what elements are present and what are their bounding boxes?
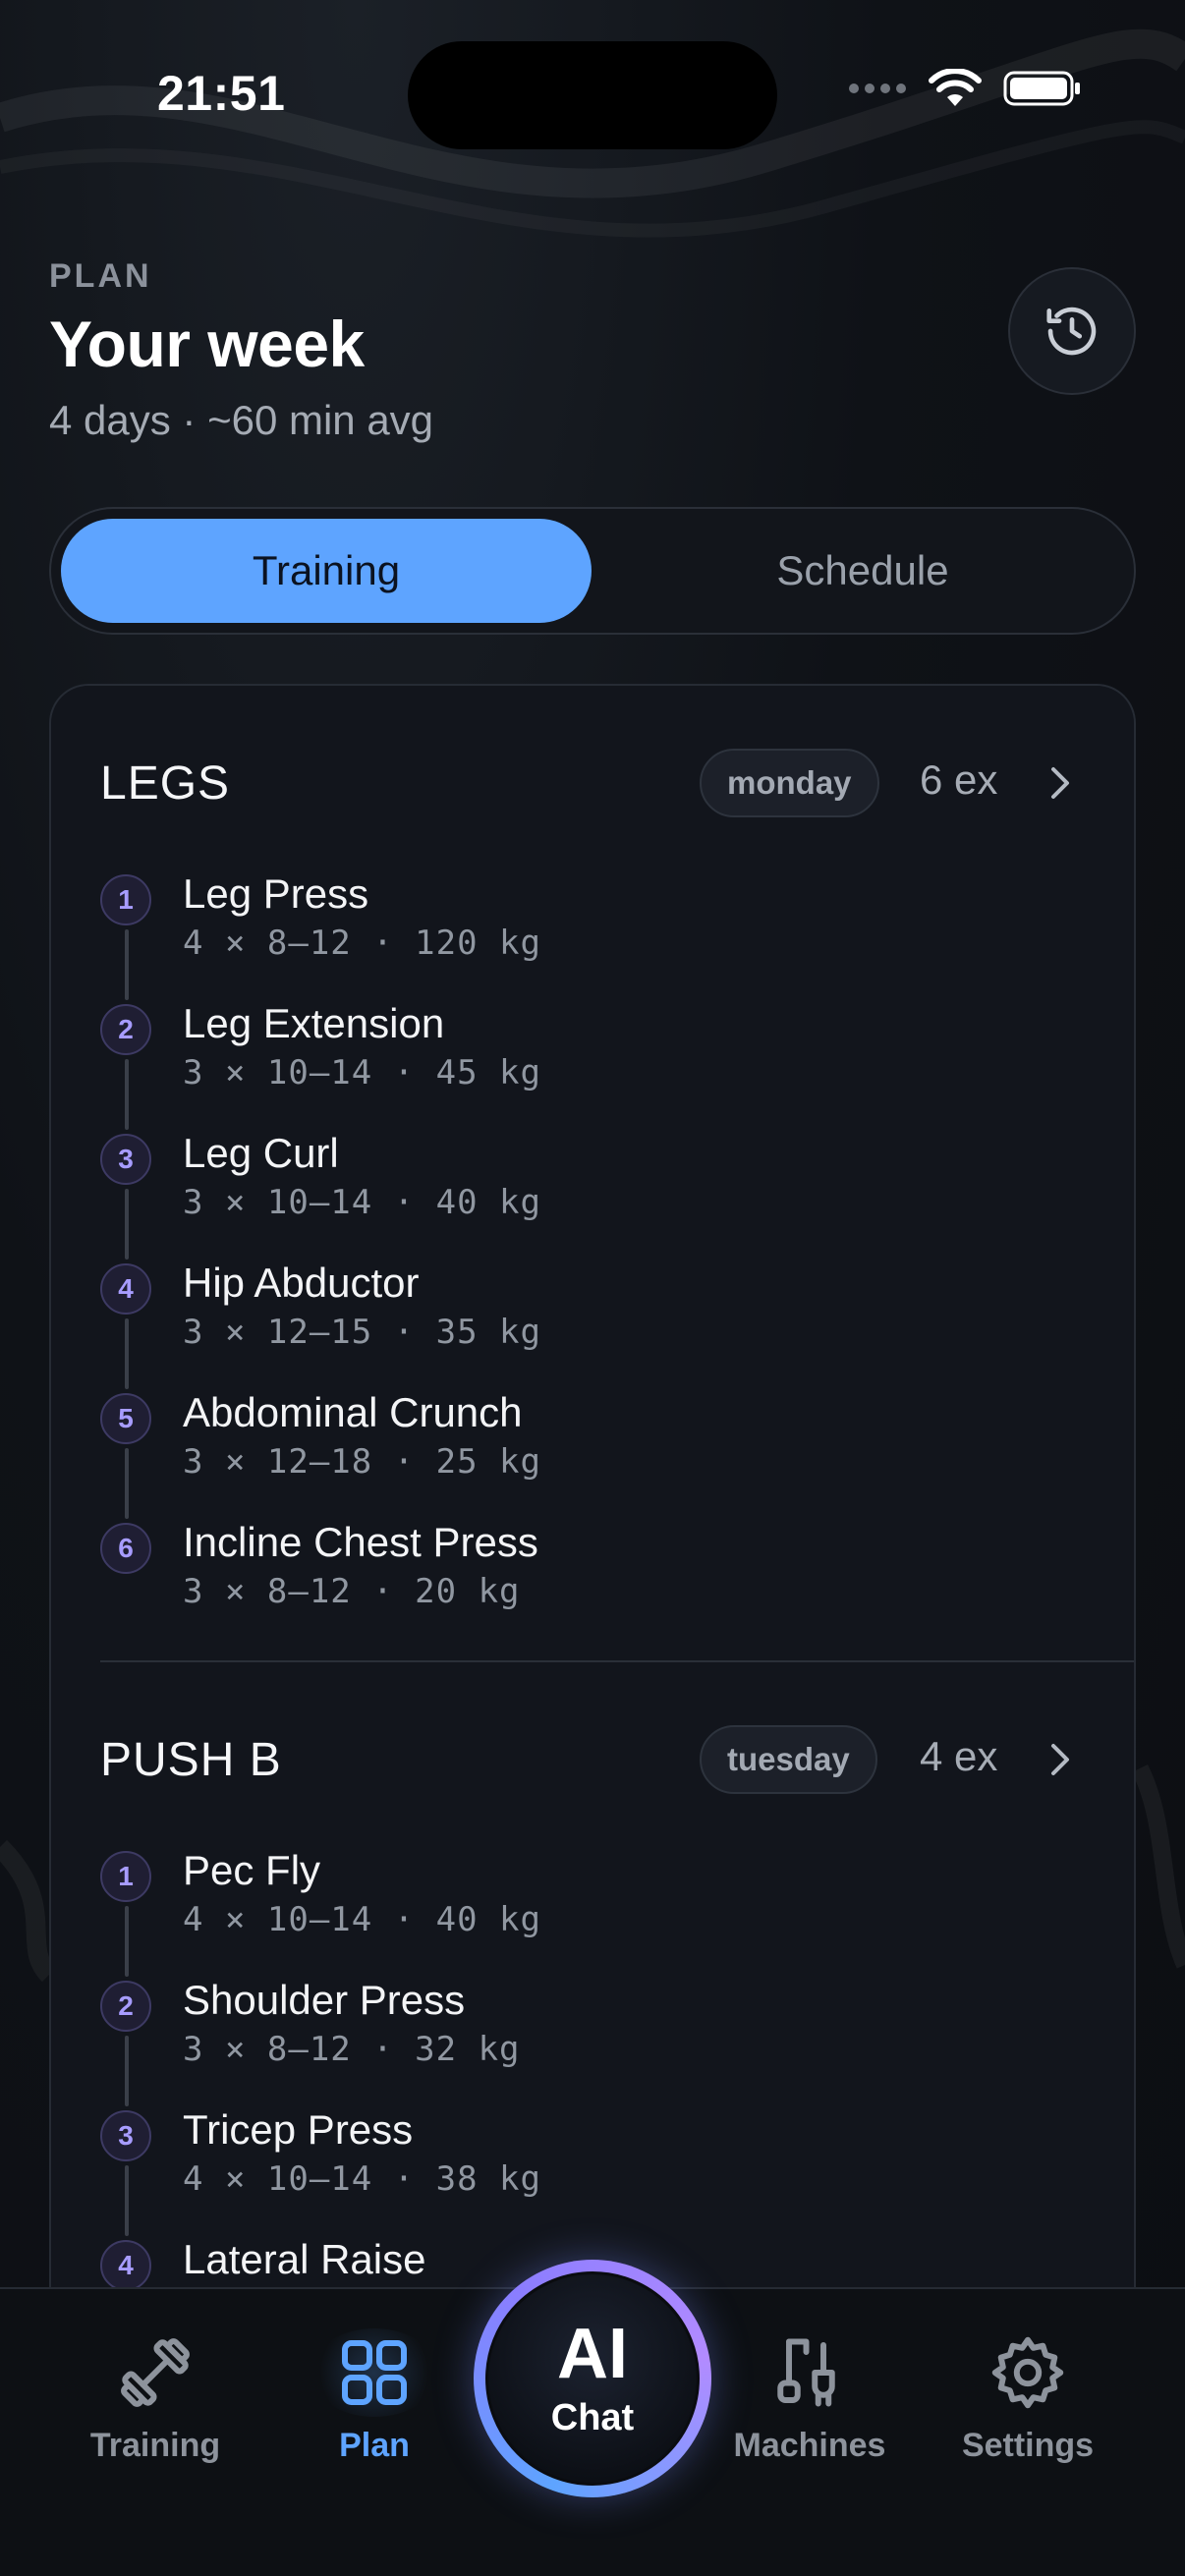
exercise-number: 4 xyxy=(100,1263,151,1315)
page-subtitle: 4 days · ~60 min avg xyxy=(49,397,434,443)
timeline-connector xyxy=(125,1318,129,1389)
history-clock-icon xyxy=(1046,307,1097,356)
tab-training-view[interactable]: Training xyxy=(61,519,592,623)
tab-label: Training xyxy=(89,2427,221,2464)
day-divider xyxy=(100,1660,1134,1662)
tab-label: Plan xyxy=(339,2427,410,2464)
weekday-badge: monday xyxy=(700,749,879,817)
tab-plan[interactable]: Plan xyxy=(276,2328,473,2476)
timeline-connector xyxy=(125,2036,129,2106)
day-title: LEGS xyxy=(100,757,231,810)
exercise-sets: 4 × 10–14 · 38 kg xyxy=(183,2159,541,2199)
ai-label: AI xyxy=(557,2314,628,2393)
exercise-name: Incline Chest Press xyxy=(183,1519,538,1565)
list-item[interactable]: 6 Incline Chest Press 3 × 8–12 · 20 kg xyxy=(100,1519,1083,1652)
list-item[interactable]: 4 Hip Abductor 3 × 12–15 · 35 kg xyxy=(100,1260,1083,1393)
exercise-sets: 3 × 8–12 · 32 kg xyxy=(183,2030,521,2069)
history-button[interactable] xyxy=(1008,267,1136,395)
exercise-name: Abdominal Crunch xyxy=(183,1389,523,1435)
exercise-sets: 3 × 12–18 · 25 kg xyxy=(183,1442,541,1482)
list-item[interactable]: 2 Leg Extension 3 × 10–14 · 45 kg xyxy=(100,1000,1083,1134)
exercise-name: Lateral Raise xyxy=(183,2236,426,2282)
tab-settings[interactable]: Settings xyxy=(930,2328,1126,2476)
timeline-connector xyxy=(125,1906,129,1977)
tab-schedule-view[interactable]: Schedule xyxy=(597,519,1128,623)
exercise-name: Leg Extension xyxy=(183,1000,445,1046)
exercise-number: 3 xyxy=(100,1134,151,1185)
exercise-name: Shoulder Press xyxy=(183,1977,466,2023)
dynamic-island xyxy=(408,41,777,149)
day-title: PUSH B xyxy=(100,1734,282,1786)
exercise-sets: 4 × 8–12 · 120 kg xyxy=(183,924,541,963)
page-title: Your week xyxy=(49,308,365,380)
gear-icon xyxy=(987,2328,1069,2417)
cable-machine-icon xyxy=(768,2328,851,2417)
exercise-name: Hip Abductor xyxy=(183,1260,420,1306)
timeline-connector xyxy=(125,2165,129,2236)
timeline-connector xyxy=(125,1189,129,1260)
exercise-count: 6 ex xyxy=(920,756,998,803)
exercise-number: 4 xyxy=(100,2240,151,2291)
exercise-number: 1 xyxy=(100,874,151,925)
exercise-name: Tricep Press xyxy=(183,2106,414,2153)
list-item[interactable]: 1 Leg Press 4 × 8–12 · 120 kg xyxy=(100,870,1083,1004)
list-item[interactable]: 3 Leg Curl 3 × 10–14 · 40 kg xyxy=(100,1130,1083,1263)
chevron-right-icon xyxy=(1051,1744,1069,1775)
week-plan-card: LEGS monday 6 ex 1 Leg Press 4 × 8–12 · … xyxy=(49,684,1136,2315)
exercise-number: 1 xyxy=(100,1851,151,1902)
exercise-name: Pec Fly xyxy=(183,1847,321,1893)
exercise-name: Leg Press xyxy=(183,870,369,917)
timeline-connector xyxy=(125,929,129,1000)
timeline-connector xyxy=(125,1448,129,1519)
grid-icon xyxy=(310,2328,438,2417)
weekday-badge: tuesday xyxy=(700,1725,877,1794)
signal-dots-icon xyxy=(849,84,906,93)
ai-chat-inner: AI Chat xyxy=(485,2271,700,2486)
exercise-sets: 4 × 10–14 · 40 kg xyxy=(183,1900,541,1939)
tab-label: Machines xyxy=(733,2427,886,2464)
timeline-connector xyxy=(125,1059,129,1130)
chat-label: Chat xyxy=(550,2396,635,2438)
exercise-name: Leg Curl xyxy=(183,1130,339,1176)
ai-chat-button[interactable]: AI Chat xyxy=(474,2260,711,2497)
tab-training[interactable]: Training xyxy=(57,2328,254,2476)
status-time: 21:51 xyxy=(157,66,286,121)
status-icons xyxy=(848,69,1082,108)
exercise-count: 4 ex xyxy=(920,1733,998,1779)
exercise-number: 2 xyxy=(100,1004,151,1055)
exercise-number: 6 xyxy=(100,1523,151,1574)
list-item[interactable]: 2 Shoulder Press 3 × 8–12 · 32 kg xyxy=(100,1977,1083,2110)
list-item[interactable]: 5 Abdominal Crunch 3 × 12–18 · 25 kg xyxy=(100,1389,1083,1523)
battery-icon xyxy=(1003,71,1080,106)
exercise-sets: 3 × 10–14 · 45 kg xyxy=(183,1053,541,1092)
chevron-right-icon xyxy=(1051,767,1069,799)
wifi-icon xyxy=(929,69,982,106)
dumbbell-icon xyxy=(114,2328,197,2417)
section-eyebrow: PLAN xyxy=(49,257,152,295)
exercise-number: 3 xyxy=(100,2110,151,2161)
list-item[interactable]: 3 Tricep Press 4 × 10–14 · 38 kg xyxy=(100,2106,1083,2240)
list-item[interactable]: 1 Pec Fly 4 × 10–14 · 40 kg xyxy=(100,1847,1083,1981)
exercise-sets: 3 × 12–15 · 35 kg xyxy=(183,1313,541,1352)
tab-label: Settings xyxy=(961,2427,1095,2464)
exercise-number: 5 xyxy=(100,1393,151,1444)
view-segmented-control: Training Schedule xyxy=(49,507,1136,635)
tab-machines[interactable]: Machines xyxy=(711,2328,908,2476)
exercise-number: 2 xyxy=(100,1981,151,2032)
exercise-sets: 3 × 10–14 · 40 kg xyxy=(183,1183,541,1222)
exercise-sets: 3 × 8–12 · 20 kg xyxy=(183,1572,521,1611)
